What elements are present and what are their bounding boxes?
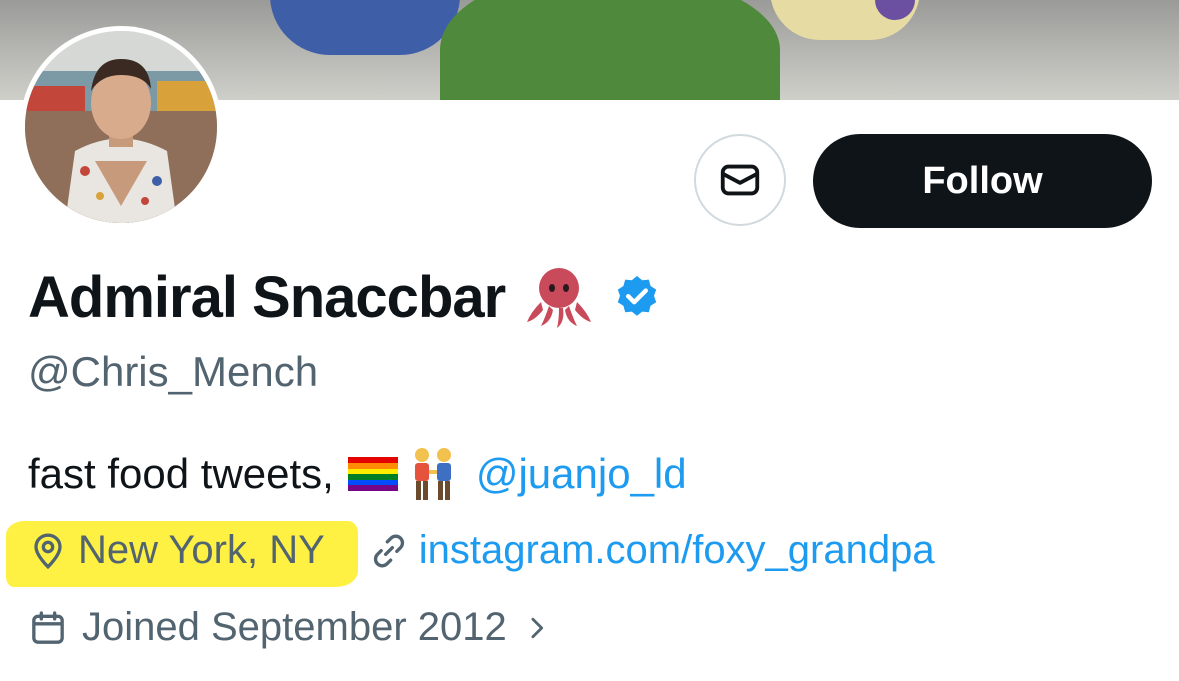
- website-link[interactable]: instagram.com/foxy_grandpa: [419, 528, 935, 573]
- display-name: Admiral Snaccbar: [28, 264, 506, 330]
- banner-toy-blue: [270, 0, 460, 55]
- bio-mention-link[interactable]: @juanjo_ld: [476, 450, 687, 498]
- profile-meta-row: New York, NY instagram.com/foxy_grandpa: [28, 528, 935, 573]
- joined-date-row[interactable]: Joined September 2012: [28, 605, 551, 650]
- location-text: New York, NY: [78, 528, 325, 572]
- men-holding-hands-icon: [414, 448, 451, 500]
- avatar-photo: [25, 31, 217, 223]
- location-pin-icon: [34, 532, 62, 569]
- chevron-right-icon: [531, 617, 543, 638]
- follow-button[interactable]: Follow: [813, 134, 1152, 228]
- bio: fast food tweets, @juanjo_ld: [28, 446, 687, 502]
- envelope-icon: [720, 164, 760, 196]
- joined-date: Joined September 2012: [82, 605, 507, 649]
- calendar-icon: [32, 610, 64, 644]
- bio-text: fast food tweets,: [28, 450, 334, 497]
- avatar[interactable]: [20, 26, 222, 228]
- banner-toy-green: [440, 0, 780, 100]
- verified-badge-icon[interactable]: [613, 273, 661, 321]
- rainbow-flag-icon: [347, 457, 398, 491]
- avatar-illustration: [25, 31, 217, 223]
- message-button[interactable]: [694, 134, 786, 226]
- octopus-emoji-icon: [527, 268, 592, 328]
- user-handle: @Chris_Mench: [28, 348, 319, 395]
- profile-name-row: Admiral Snaccbar: [28, 262, 661, 332]
- link-icon: [373, 534, 404, 567]
